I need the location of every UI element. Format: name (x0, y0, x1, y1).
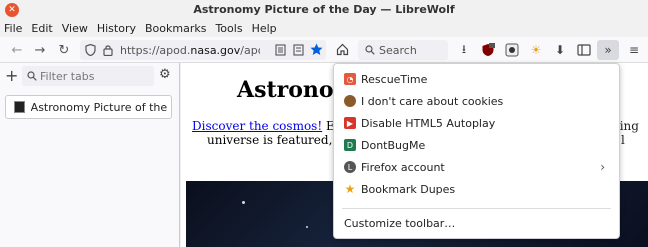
menu-view[interactable]: View (62, 22, 88, 35)
title-bar: ✕ Astronomy Picture of the Day — LibreWo… (0, 0, 648, 20)
menu-item-bookmark-dupes[interactable]: ★ Bookmark Dupes (334, 178, 619, 200)
menu-item-rescuetime[interactable]: ◔ RescueTime (334, 68, 619, 90)
hamburger-menu-icon[interactable]: ≡ (626, 42, 642, 58)
tabs-sidebar: + Filter tabs ⚙ Astronomy Picture of the… (0, 63, 180, 247)
ublock-icon[interactable] (480, 42, 496, 58)
menu-tools[interactable]: Tools (215, 22, 242, 35)
customize-toolbar-item[interactable]: Customize toolbar… (334, 212, 619, 234)
navigation-toolbar: ← → ↻ https://apod.nasa.gov/apod/asti (0, 37, 648, 63)
gear-icon[interactable]: ⚙ (159, 67, 171, 82)
sidebar-toggle-icon[interactable] (576, 42, 592, 58)
lock-icon[interactable] (103, 44, 113, 56)
reload-icon[interactable]: ↻ (55, 41, 73, 59)
menu-help[interactable]: Help (252, 22, 277, 35)
search-input[interactable]: Search (358, 40, 448, 60)
menu-bar: File Edit View History Bookmarks Tools H… (0, 20, 648, 37)
downloads-icon[interactable]: ⭳ (456, 42, 472, 58)
search-icon (365, 45, 375, 55)
page-text-line-1: Discover the cosmos! Each (192, 119, 356, 133)
download-arrow-icon[interactable]: ⬇ (552, 42, 568, 58)
page-action-icon[interactable] (293, 44, 304, 56)
extension-icon[interactable] (504, 42, 520, 58)
menu-item-cookies[interactable]: I don't care about cookies (334, 90, 619, 112)
chevron-right-icon: › (600, 160, 605, 174)
menu-item-dontbugme[interactable]: D DontBugMe (334, 134, 619, 156)
chevron-double-right-icon[interactable]: » (600, 42, 616, 58)
overflow-menu-panel: ◔ RescueTime I don't care about cookies … (333, 63, 620, 239)
reader-view-icon[interactable] (275, 44, 286, 56)
search-placeholder: Search (379, 44, 417, 57)
menu-file[interactable]: File (4, 22, 22, 35)
cookie-icon (344, 95, 356, 107)
search-icon (27, 71, 37, 81)
menu-item-disable-autoplay[interactable]: ▶ Disable HTML5 Autoplay (334, 112, 619, 134)
back-arrow-icon[interactable]: ← (8, 41, 26, 59)
rescuetime-icon: ◔ (344, 73, 356, 85)
tab-favicon-icon (14, 101, 25, 113)
shield-icon[interactable] (85, 44, 96, 56)
menu-history[interactable]: History (97, 22, 136, 35)
sidebar-tab-item[interactable]: Astronomy Picture of the Day (5, 95, 172, 119)
discover-link[interactable]: Discover the cosmos! (192, 119, 322, 133)
bookmark-star-icon[interactable] (310, 43, 323, 56)
menu-item-firefox-account[interactable]: L Firefox account › (334, 156, 619, 178)
url-bar[interactable]: https://apod.nasa.gov/apod/asti (80, 40, 326, 60)
sun-icon[interactable]: ☀ (528, 42, 544, 58)
home-icon[interactable] (336, 43, 349, 56)
menu-edit[interactable]: Edit (31, 22, 52, 35)
account-icon: L (344, 161, 356, 173)
menu-separator (342, 208, 611, 209)
filter-tabs-placeholder: Filter tabs (40, 70, 95, 83)
sidebar-tab-label: Astronomy Picture of the Day (30, 100, 171, 114)
window-title: Astronomy Picture of the Day — LibreWolf (193, 3, 455, 16)
menu-bookmarks[interactable]: Bookmarks (145, 22, 206, 35)
dontbugme-icon: D (344, 139, 356, 151)
filter-row: + Filter tabs ⚙ (0, 63, 180, 89)
new-tab-plus-icon[interactable]: + (5, 66, 18, 85)
forward-arrow-icon[interactable]: → (31, 41, 49, 59)
url-text[interactable]: https://apod.nasa.gov/apod/asti (120, 44, 260, 57)
filter-tabs-input[interactable]: Filter tabs (22, 66, 154, 86)
page-text-right-2: l (621, 133, 625, 147)
star-icon: ★ (344, 182, 356, 196)
autoplay-icon: ▶ (344, 117, 356, 129)
